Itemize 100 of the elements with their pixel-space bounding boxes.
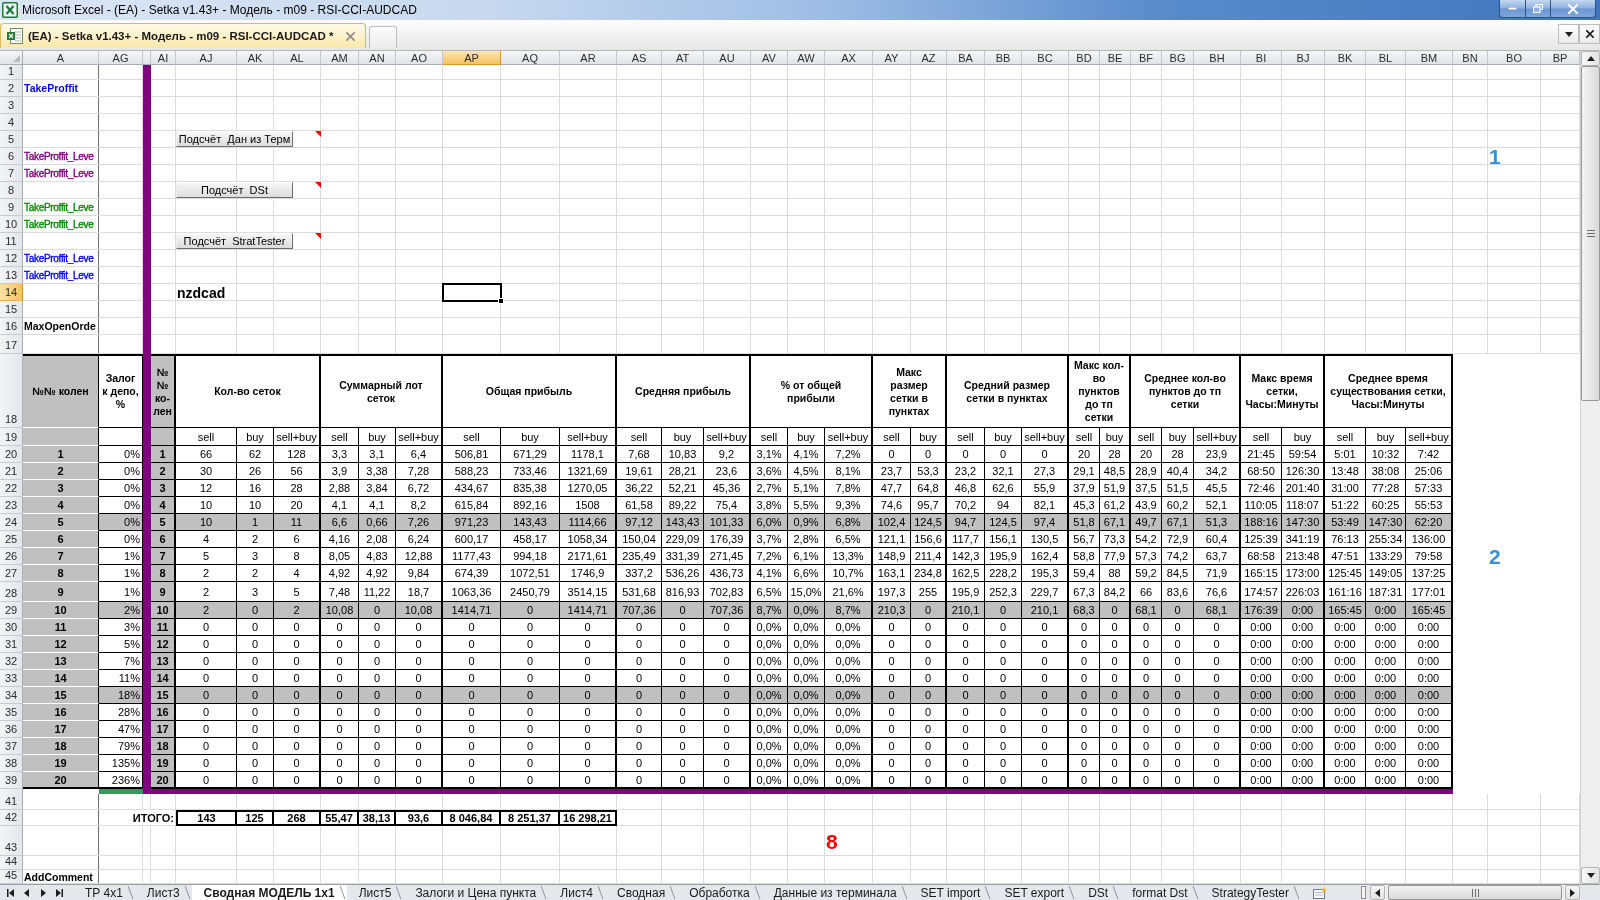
sheet-tab[interactable]: Лист5 bbox=[346, 885, 404, 900]
row-header[interactable]: 23 bbox=[0, 497, 23, 514]
row-header[interactable]: 43 bbox=[0, 826, 23, 856]
row-header[interactable]: 36 bbox=[0, 721, 23, 738]
row-header[interactable]: 19 bbox=[0, 428, 23, 446]
column-header[interactable]: AL bbox=[274, 51, 321, 65]
row-header[interactable]: 41 bbox=[0, 794, 23, 810]
close-workbook-button[interactable] bbox=[1579, 24, 1600, 44]
column-header[interactable]: BB bbox=[985, 51, 1022, 65]
sheet-tab[interactable]: SET import bbox=[908, 885, 993, 900]
scrollbar-thumb[interactable] bbox=[1388, 885, 1562, 900]
row-header[interactable]: 16 bbox=[0, 318, 23, 335]
row-header[interactable]: 4 bbox=[0, 114, 23, 131]
row-header[interactable]: 12 bbox=[0, 250, 23, 267]
row-header[interactable]: 25 bbox=[0, 531, 23, 548]
row-header[interactable]: 14 bbox=[0, 284, 23, 301]
fill-handle[interactable] bbox=[498, 298, 504, 304]
column-header[interactable]: BJ bbox=[1282, 51, 1325, 65]
column-header[interactable]: AK bbox=[237, 51, 274, 65]
row-header[interactable]: 32 bbox=[0, 653, 23, 670]
scroll-up-button[interactable] bbox=[1581, 51, 1600, 66]
sheet-tab[interactable]: format Dst bbox=[1120, 885, 1200, 900]
row-header[interactable]: 2 bbox=[0, 80, 23, 97]
row-header[interactable]: 44 bbox=[0, 856, 23, 870]
row-header[interactable]: 42 bbox=[0, 810, 23, 826]
sheet-tab[interactable]: DSt bbox=[1076, 885, 1121, 900]
row-header[interactable]: 45 bbox=[0, 870, 23, 884]
column-header[interactable]: AQ bbox=[501, 51, 560, 65]
column-header[interactable]: BN bbox=[1453, 51, 1488, 65]
macro-button[interactable]: Подсчёт StratTester bbox=[176, 233, 293, 249]
last-sheet-button[interactable] bbox=[53, 886, 66, 899]
column-header[interactable]: AX bbox=[825, 51, 873, 65]
sheet-tab[interactable]: TP 4x1 bbox=[73, 885, 135, 900]
column-header[interactable]: BC bbox=[1022, 51, 1069, 65]
column-header[interactable]: AR bbox=[560, 51, 617, 65]
column-header[interactable]: AG bbox=[99, 51, 143, 65]
sheet-tab[interactable]: Залоги и Цена пункта bbox=[403, 885, 549, 900]
close-tab-button[interactable] bbox=[344, 30, 357, 42]
row-header[interactable]: 28 bbox=[0, 582, 23, 602]
column-header[interactable]: AT bbox=[662, 51, 704, 65]
column-header[interactable]: BP bbox=[1541, 51, 1580, 65]
column-header[interactable]: BM bbox=[1406, 51, 1453, 65]
row-header[interactable]: 11 bbox=[0, 233, 23, 250]
row-header[interactable]: 3 bbox=[0, 97, 23, 114]
sheet-tab[interactable]: Сводная bbox=[605, 885, 678, 900]
row-header[interactable]: 27 bbox=[0, 565, 23, 582]
scroll-left-button[interactable] bbox=[1370, 885, 1385, 900]
scrollbar-thumb[interactable] bbox=[1581, 66, 1600, 401]
column-header[interactable]: AJ bbox=[176, 51, 237, 65]
column-header[interactable]: BK bbox=[1325, 51, 1366, 65]
row-header[interactable]: 8 bbox=[0, 182, 23, 199]
row-header[interactable]: 37 bbox=[0, 738, 23, 755]
row-header[interactable]: 24 bbox=[0, 514, 23, 531]
column-header[interactable]: AS bbox=[617, 51, 662, 65]
document-tab[interactable]: (EA) - Setka v1.43+ - Модель - m09 - RSI-CCI-AUDCAD * bbox=[0, 23, 366, 48]
row-header[interactable]: 39 bbox=[0, 772, 23, 789]
tab-split-handle[interactable] bbox=[1361, 886, 1366, 899]
macro-button[interactable]: Подсчёт Дан из Терм bbox=[176, 131, 293, 147]
minimize-button[interactable] bbox=[1499, 0, 1526, 18]
first-sheet-button[interactable] bbox=[4, 886, 17, 899]
column-header[interactable]: AW bbox=[788, 51, 825, 65]
column-header[interactable]: AM bbox=[321, 51, 359, 65]
column-header[interactable]: AY bbox=[873, 51, 911, 65]
row-header[interactable]: 29 bbox=[0, 602, 23, 619]
active-cell[interactable] bbox=[442, 283, 502, 302]
sheet-tab[interactable]: Обработка bbox=[677, 885, 762, 900]
row-header[interactable]: 10 bbox=[0, 216, 23, 233]
row-header[interactable]: 33 bbox=[0, 670, 23, 687]
sheet-tab[interactable]: Сводная МОДЕЛЬ 1x1 bbox=[191, 885, 347, 900]
column-header[interactable]: A bbox=[23, 51, 99, 65]
column-header[interactable]: BO bbox=[1488, 51, 1541, 65]
row-header[interactable]: 17 bbox=[0, 335, 23, 354]
row-header[interactable]: 9 bbox=[0, 199, 23, 216]
sheet-tab[interactable]: Лист3 bbox=[134, 885, 192, 900]
column-header[interactable]: BG bbox=[1162, 51, 1194, 65]
row-header[interactable]: 7 bbox=[0, 165, 23, 182]
column-header[interactable]: AU bbox=[704, 51, 751, 65]
sheet-tab[interactable]: StrategyTester bbox=[1199, 885, 1301, 900]
sheet-tab[interactable]: Лист4 bbox=[548, 885, 606, 900]
row-header[interactable]: 35 bbox=[0, 704, 23, 721]
close-button[interactable] bbox=[1551, 0, 1596, 18]
macro-button[interactable]: Подсчёт DSt bbox=[176, 182, 293, 198]
row-header[interactable]: 21 bbox=[0, 463, 23, 480]
row-header[interactable]: 31 bbox=[0, 636, 23, 653]
column-header[interactable]: AO bbox=[396, 51, 443, 65]
column-header[interactable]: BH bbox=[1194, 51, 1241, 65]
column-header[interactable]: BD bbox=[1069, 51, 1100, 65]
row-header[interactable]: 5 bbox=[0, 131, 23, 148]
row-header[interactable]: 1 bbox=[0, 65, 23, 80]
column-header[interactable]: BF bbox=[1131, 51, 1162, 65]
column-header[interactable]: AV bbox=[751, 51, 788, 65]
column-header[interactable]: AI bbox=[151, 51, 176, 65]
row-header[interactable]: 15 bbox=[0, 301, 23, 318]
row-header[interactable]: 34 bbox=[0, 687, 23, 704]
insert-sheet-button[interactable] bbox=[1310, 885, 1329, 900]
column-header[interactable]: BE bbox=[1100, 51, 1131, 65]
scroll-right-button[interactable] bbox=[1565, 885, 1580, 900]
row-header[interactable]: 20 bbox=[0, 446, 23, 463]
row-header[interactable]: 6 bbox=[0, 148, 23, 165]
dropdown-button[interactable] bbox=[1558, 24, 1579, 44]
